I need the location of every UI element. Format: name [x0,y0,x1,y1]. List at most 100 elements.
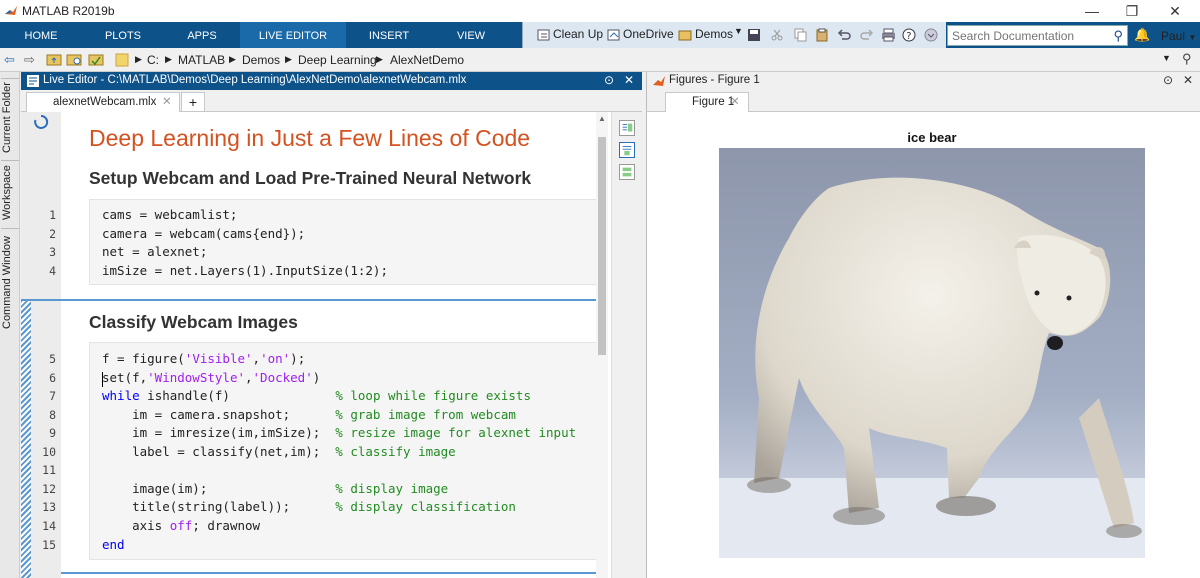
up-folder-icon[interactable] [46,52,62,67]
forward-arrow-icon[interactable]: ⇨ [24,52,35,68]
code-token: ; drawnow [192,518,261,533]
add-tab-button[interactable]: + [181,92,205,112]
code-line[interactable]: end [102,537,125,552]
close-tab-icon[interactable]: ✕ [162,93,172,112]
figure-icon [653,76,665,86]
cut-icon[interactable] [770,28,785,42]
redo-icon[interactable] [859,28,874,42]
code-line[interactable]: cams = webcamlist; [102,207,237,222]
clean-up-button[interactable]: Clean Up [553,27,603,41]
string-token: off [169,518,193,533]
restore-button[interactable]: ❐ [1112,2,1152,20]
code-line[interactable]: label = classify(net,im); % classify ima… [102,444,456,459]
tab-current-folder[interactable]: Current Folder [1,78,19,156]
save-icon[interactable] [747,28,762,42]
comment-token: % classify image [335,444,456,459]
undo-icon[interactable] [837,28,852,42]
output-right-icon[interactable] [619,120,635,136]
copy-icon[interactable] [793,28,808,42]
line-number: 1 [49,208,56,222]
title-bar: MATLAB R2019b — ❐ ✕ [0,0,1200,22]
code-line[interactable]: axis off; drawnow [102,518,260,533]
breadcrumb-separator-icon: ▶ [135,54,142,64]
code-line[interactable]: f = figure('Visible','on'); [102,351,305,366]
minimize-button[interactable]: — [1072,2,1112,20]
notification-bell-icon[interactable]: 🔔 [1134,27,1150,43]
address-search-icon[interactable]: ⚲ [1182,51,1192,67]
panel-menu-icon[interactable]: ⊙ [604,73,614,87]
breadcrumb-separator-icon: ▶ [229,54,236,64]
find-files-icon[interactable] [88,52,104,67]
line-number: 13 [42,500,56,514]
code-line[interactable]: image(im); % display image [102,481,448,496]
output-toggle-toolbar [611,112,641,578]
scroll-up-icon[interactable]: ▲ [598,114,606,123]
onedrive-button[interactable]: OneDrive [623,27,674,41]
print-icon[interactable] [881,28,896,42]
code-line[interactable]: imSize = net.Layers(1).InputSize(1:2); [102,263,388,278]
demos-icon [678,30,692,41]
tab-workspace[interactable]: Workspace [1,160,19,224]
file-tab-label: alexnetWebcam.mlx [53,96,157,108]
code-token: f = figure( [102,351,185,366]
figure-tab-label: Figure 1 [692,96,735,108]
demos-button[interactable]: Demos [695,27,733,41]
code-line[interactable]: title(string(label)); % display classifi… [102,499,516,514]
code-line[interactable]: set(f,'WindowStyle','Docked') [102,370,320,385]
tab-alexnetwebcam[interactable]: alexnetWebcam.mlx ✕ [26,92,180,112]
tab-insert[interactable]: INSERT [346,22,432,48]
code-line[interactable]: im = camera.snapshot; % grab image from … [102,407,516,422]
scrollbar-thumb[interactable] [598,137,606,355]
code-token: ishandle(f) [139,388,336,403]
close-panel-icon[interactable]: ✕ [1183,73,1193,87]
line-number: 10 [42,445,56,459]
back-arrow-icon[interactable]: ⇦ [4,52,15,68]
paste-icon[interactable] [815,28,830,42]
breadcrumb-c[interactable]: C: [147,53,159,67]
window-title: MATLAB R2019b [22,4,115,18]
search-documentation-field[interactable]: ⚲ [947,25,1128,46]
close-panel-icon[interactable]: ✕ [624,73,634,87]
tab-live-editor[interactable]: LIVE EDITOR [240,22,346,48]
code-line[interactable]: net = alexnet; [102,244,207,259]
breadcrumb-matlab[interactable]: MATLAB [178,53,225,67]
tab-view[interactable]: VIEW [432,22,510,48]
figures-header: Figures - Figure 1 ⊙ ✕ [646,72,1200,90]
tab-apps[interactable]: APPS [164,22,240,48]
panel-menu-icon[interactable]: ⊙ [1163,73,1173,87]
comment-token: % loop while figure exists [335,388,531,403]
output-inline-icon[interactable] [619,142,635,158]
help-icon[interactable]: ? [902,28,917,42]
editor-scrollbar[interactable]: ▲ [596,112,608,578]
hide-code-icon[interactable] [619,164,635,180]
document-title: Deep Learning in Just a Few Lines of Cod… [89,125,531,151]
search-icon[interactable]: ⚲ [1113,28,1123,44]
collapse-toolbar-icon[interactable] [924,28,939,42]
tab-command-window[interactable]: Command Window [1,228,19,336]
breadcrumb-demos[interactable]: Demos [242,53,280,67]
code-line[interactable]: camera = webcam(cams{end}); [102,226,305,241]
browse-folder-icon[interactable] [66,52,82,67]
line-number: 15 [42,538,56,552]
tab-plots[interactable]: PLOTS [82,22,164,48]
live-editor-path: Live Editor - C:\MATLAB\Demos\Deep Learn… [43,74,467,86]
breadcrumb-alexnetdemo[interactable]: AlexNetDemo [390,53,464,67]
comment-token: % display image [335,481,449,496]
tab-figure-1[interactable]: Figure 1 ✕ [665,92,749,112]
close-tab-icon[interactable]: ✕ [730,93,740,112]
line-number: 11 [42,463,56,477]
line-number: 8 [49,408,56,422]
line-number: 14 [42,519,56,533]
code-line[interactable]: im = imresize(im,imSize); % resize image… [102,425,576,440]
search-input[interactable] [948,26,1108,45]
code-token: set(f, [102,370,148,385]
chevron-down-icon[interactable]: ▼ [734,26,743,36]
close-window-button[interactable]: ✕ [1155,2,1195,20]
code-line[interactable]: while ishandle(f) % loop while figure ex… [102,388,531,403]
comment-token: % resize image for alexnet input [335,425,577,440]
code-token: axis [102,518,170,533]
breadcrumb-deep-learning[interactable]: Deep Learning [298,53,377,67]
user-menu[interactable]: Paul ▼ [1161,29,1196,43]
address-dropdown-icon[interactable]: ▼ [1162,53,1171,63]
tab-home[interactable]: HOME [0,22,82,48]
